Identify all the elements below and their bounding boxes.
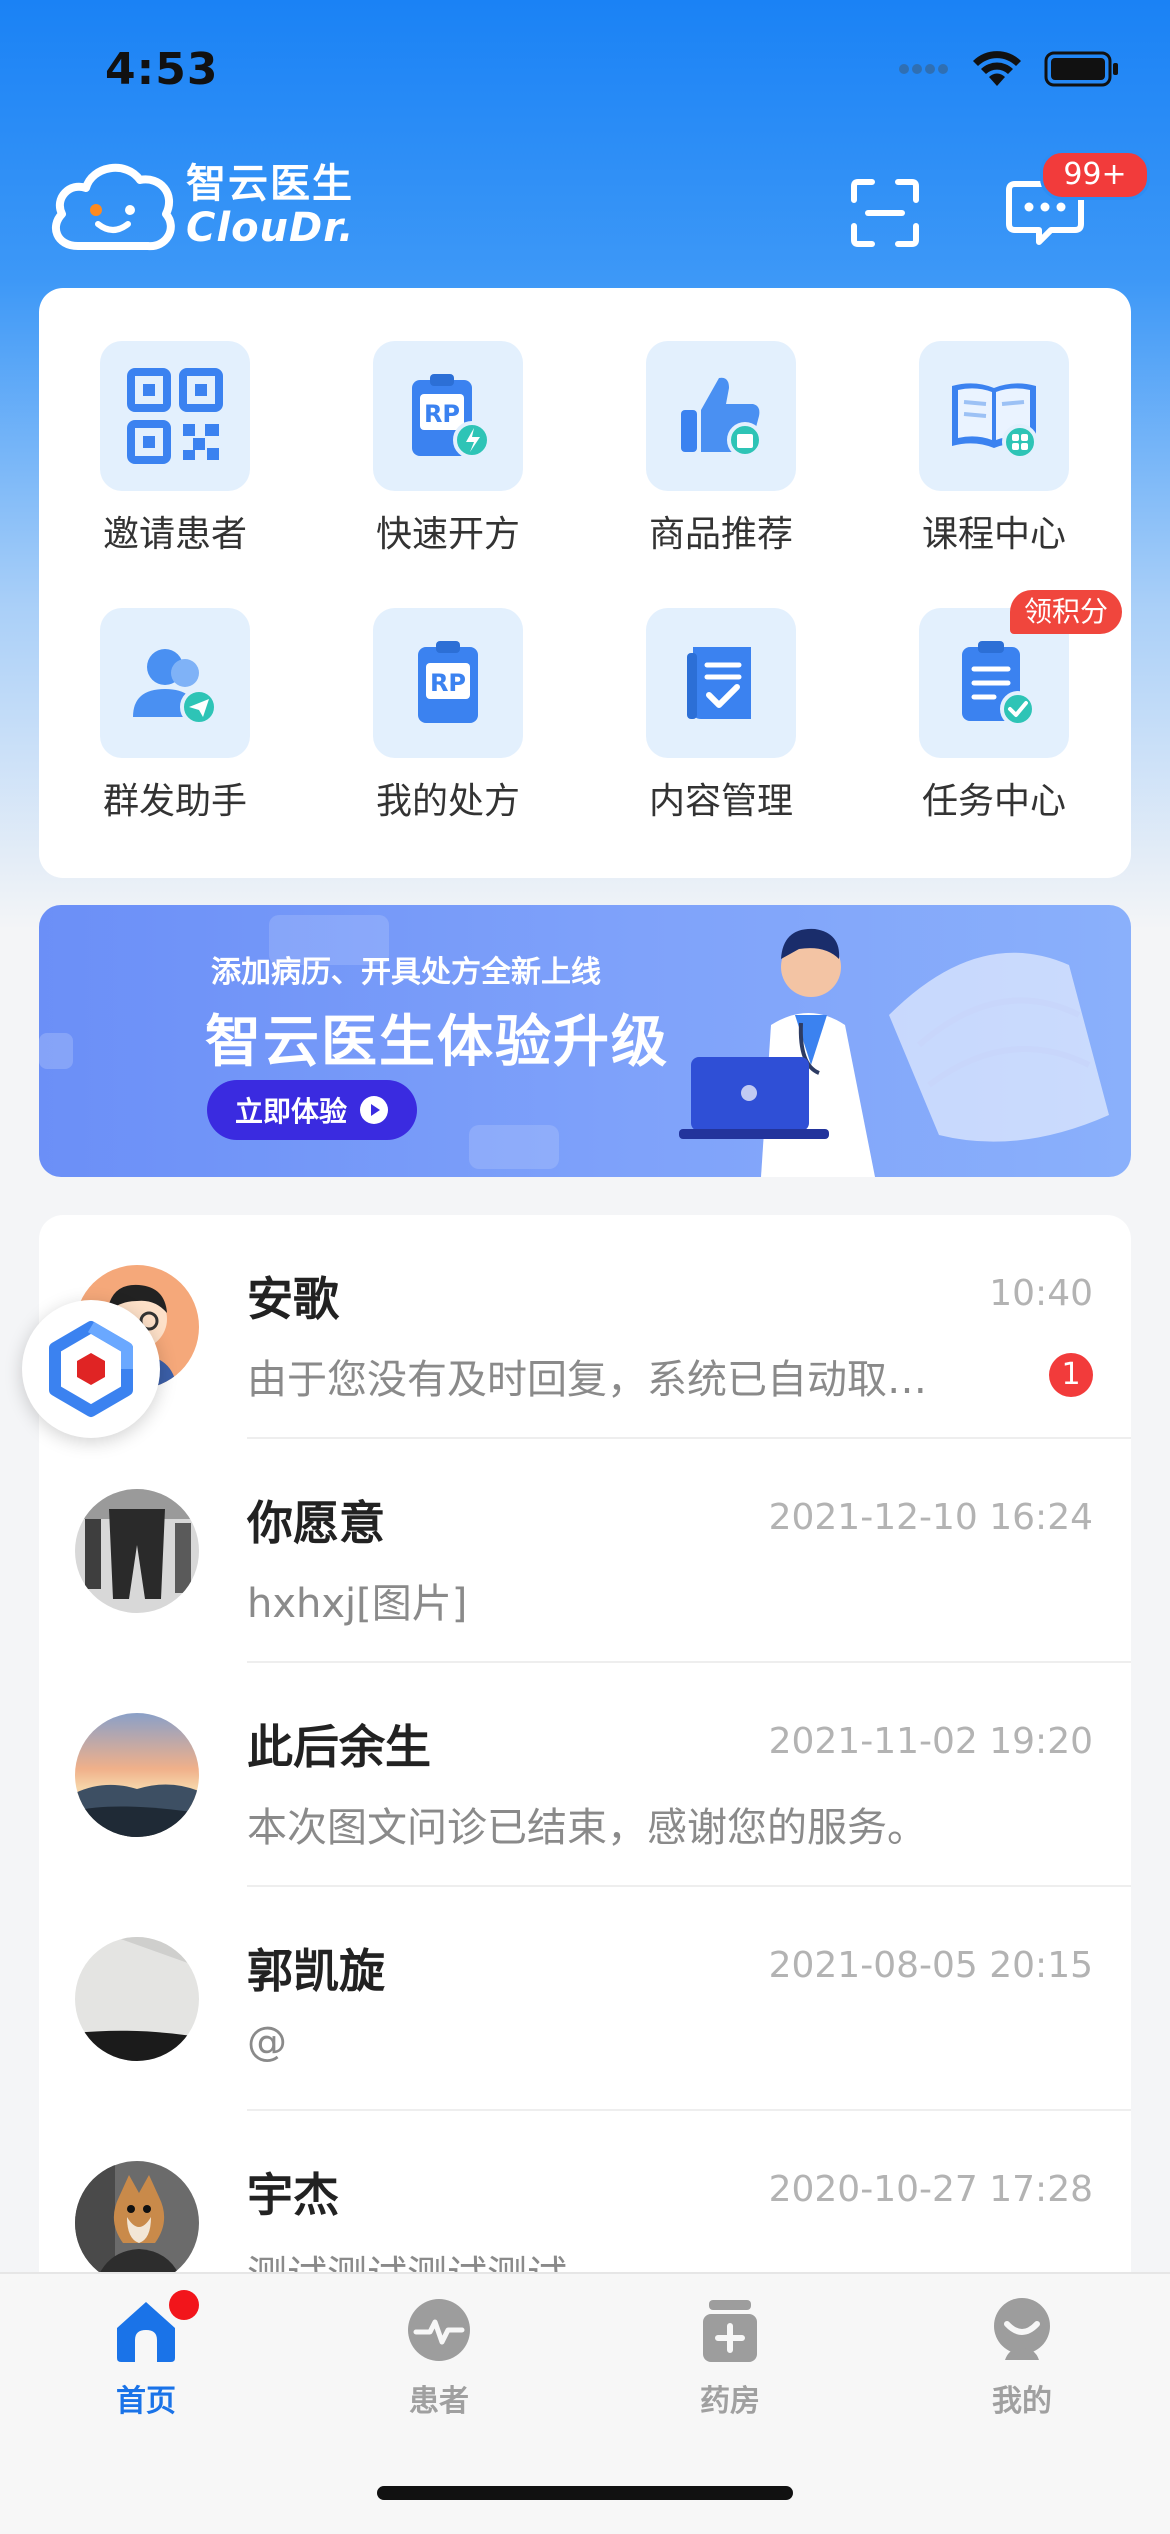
- avatar-wall-photo: [75, 1937, 199, 2061]
- chat-time: 10:40: [989, 1273, 1093, 1314]
- quick-action-task-center[interactable]: 任务中心: [899, 608, 1089, 838]
- pharmacy-icon: [703, 2300, 757, 2362]
- try-now-button[interactable]: 立即体验: [207, 1080, 417, 1140]
- status-icons: [898, 50, 1120, 88]
- quick-actions-card: 邀请患者 RP 快速开方 商品推荐 课程中心 群发助手 RP 我的处方 内容管理…: [39, 288, 1131, 878]
- svg-text:RP: RP: [424, 400, 460, 428]
- quick-action-label: 我的处方: [375, 781, 520, 822]
- qr-code-icon: [127, 368, 223, 464]
- try-now-label: 立即体验: [234, 1095, 347, 1128]
- chat-name: 宇杰: [247, 2168, 339, 2222]
- tab-label: 首页: [116, 2384, 176, 2419]
- profile-icon: [994, 2298, 1050, 2360]
- banner-title: 智云医生体验升级: [205, 1010, 669, 1075]
- status-time: 4:53: [105, 44, 219, 95]
- avatar: [75, 1713, 199, 1837]
- quick-action-group-send[interactable]: 群发助手: [80, 608, 270, 838]
- quick-action-invite-patient[interactable]: 邀请患者: [80, 341, 270, 571]
- chat-row[interactable]: 宇杰 2020-10-27 17:28 测试测试测试测试: [39, 2111, 1131, 2275]
- avatar-sunset-photo: [75, 1713, 199, 1837]
- tab-patients[interactable]: 患者: [349, 2296, 529, 2420]
- hexagon-logo-icon: [49, 1321, 133, 1417]
- content-manage-icon: [687, 647, 751, 719]
- tab-home[interactable]: 首页: [56, 2290, 236, 2420]
- quick-action-label: 快速开方: [375, 514, 520, 555]
- message-badge: 99+: [1040, 150, 1150, 200]
- chat-row[interactable]: 此后余生 2021-11-02 19:20 本次图文问诊已结束，感谢您的服务。: [39, 1663, 1131, 1887]
- battery-icon: [1044, 51, 1118, 87]
- chat-time: 2020-10-27 17:28: [768, 2169, 1093, 2210]
- tab-profile[interactable]: 我的: [932, 2296, 1112, 2420]
- chat-time: 2021-11-02 19:20: [768, 1721, 1093, 1762]
- promo-banner[interactable]: 添加病历、开具处方全新上线 智云医生体验升级 立即体验: [39, 905, 1131, 1177]
- thumbs-up-icon: [681, 377, 763, 458]
- home-indicator: [377, 2486, 793, 2500]
- chat-row[interactable]: 你愿意 2021-12-10 16:24 hxhxj[图片]: [39, 1439, 1131, 1663]
- chat-name: 此后余生: [247, 1720, 431, 1774]
- home-notification-dot: [169, 2290, 199, 2320]
- wifi-icon: [973, 51, 1021, 86]
- unread-badge: 1: [1049, 1353, 1093, 1397]
- chat-row[interactable]: 郭凯旋 2021-08-05 20:15 @: [39, 1887, 1131, 2111]
- chat-preview: 由于您没有及时回复，系统已自动取…: [247, 1357, 927, 1403]
- chat-time: 2021-12-10 16:24: [768, 1497, 1093, 1538]
- quick-action-label: 商品推荐: [648, 514, 793, 555]
- quick-action-my-prescription[interactable]: RP 我的处方: [353, 608, 543, 838]
- logo-text: 智云医生 ClouDr.: [186, 164, 354, 248]
- course-book-icon: [952, 383, 1038, 460]
- logo-cn: 智云医生: [186, 161, 354, 207]
- chat-preview: 测试测试测试测试: [247, 2243, 567, 2275]
- cloud-logo-icon: [51, 163, 175, 251]
- group-send-icon: [133, 649, 218, 726]
- prescription-icon: RP: [418, 641, 478, 723]
- play-icon: [360, 1096, 388, 1124]
- scan-icon[interactable]: [850, 178, 920, 248]
- chat-name: 安歌: [247, 1272, 339, 1326]
- signal-icon: [899, 64, 948, 74]
- logo-en: ClouDr.: [186, 205, 355, 251]
- tab-label: 患者: [409, 2384, 469, 2419]
- quick-action-label: 内容管理: [648, 781, 793, 822]
- quick-action-content-manage[interactable]: 内容管理: [626, 608, 816, 838]
- quick-action-course-center[interactable]: 课程中心: [899, 341, 1089, 571]
- chat-preview: hxhxj[图片]: [247, 1581, 468, 1627]
- chat-preview: 本次图文问诊已结束，感谢您的服务。: [247, 1805, 927, 1851]
- tab-pharmacy[interactable]: 药房: [640, 2296, 820, 2420]
- doctor-illustration: [679, 928, 875, 1177]
- quick-action-label: 课程中心: [921, 514, 1066, 555]
- quick-action-label: 任务中心: [921, 781, 1066, 822]
- quick-action-label: 群发助手: [102, 781, 247, 822]
- logo: 智云医生 ClouDr.: [48, 158, 354, 254]
- avatar: [75, 1489, 199, 1613]
- avatar: [75, 1937, 199, 2061]
- avatar-dog-photo: [75, 2161, 199, 2275]
- patient-icon: [408, 2299, 470, 2361]
- chat-name: 郭凯旋: [247, 1944, 385, 1998]
- status-bar: 4:53: [0, 0, 1170, 150]
- earn-points-badge: 领积分: [1010, 590, 1123, 634]
- banner-subtitle: 添加病历、开具处方全新上线: [211, 955, 601, 990]
- chat-row[interactable]: 安歌 10:40 由于您没有及时回复，系统已自动取… 1: [39, 1215, 1131, 1439]
- chat-time: 2021-08-05 20:15: [768, 1945, 1093, 1986]
- tab-label: 我的: [992, 2384, 1052, 2419]
- quick-action-quick-prescription[interactable]: RP 快速开方: [353, 341, 543, 571]
- chat-name: 你愿意: [247, 1496, 385, 1550]
- quick-action-product-recommend[interactable]: 商品推荐: [626, 341, 816, 571]
- tab-label: 药房: [700, 2384, 760, 2419]
- svg-text:RP: RP: [430, 669, 466, 697]
- quick-action-label: 邀请患者: [102, 514, 247, 555]
- avatar: [75, 2161, 199, 2275]
- quick-prescription-icon: RP: [412, 374, 491, 459]
- floating-assistant-button[interactable]: [22, 1300, 160, 1438]
- task-center-icon: [962, 641, 1036, 727]
- app-header: 智云医生 ClouDr.: [0, 150, 1170, 270]
- avatar-clothes-photo: [75, 1489, 199, 1613]
- chat-list: 安歌 10:40 由于您没有及时回复，系统已自动取… 1 你愿意 2021-12…: [39, 1215, 1131, 2275]
- chat-preview: @: [247, 2019, 287, 2065]
